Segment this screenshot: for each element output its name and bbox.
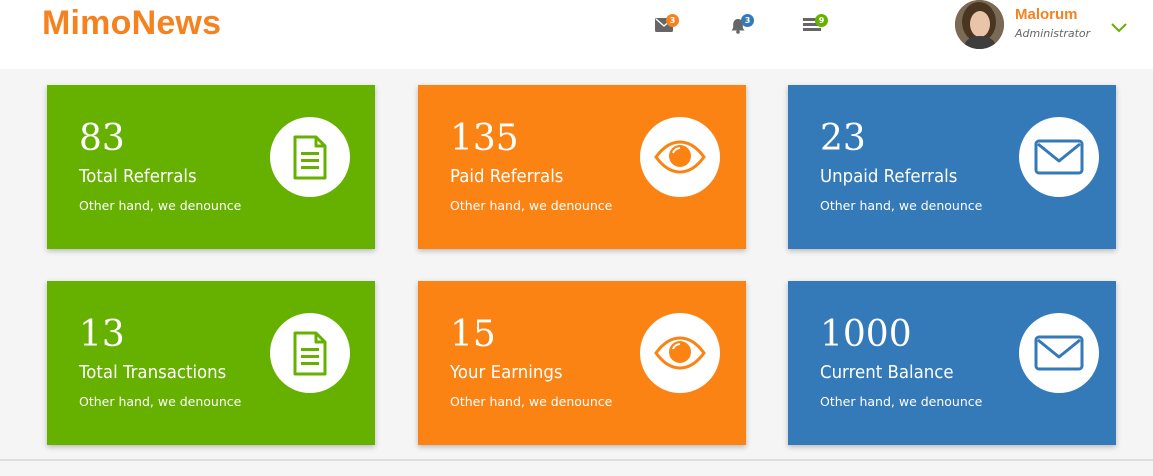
- stat-label: Total Transactions: [79, 362, 227, 383]
- stat-description: Other hand, we denounce: [820, 394, 983, 409]
- stat-label: Paid Referrals: [450, 166, 564, 187]
- stat-card-paid-referrals[interactable]: 135 Paid Referrals Other hand, we denoun…: [418, 85, 746, 249]
- stat-description: Other hand, we denounce: [450, 394, 613, 409]
- stat-value: 23: [820, 118, 866, 159]
- eye-icon: [640, 313, 720, 393]
- stat-description: Other hand, we denounce: [79, 394, 242, 409]
- stat-card-current-balance[interactable]: 1000 Current Balance Other hand, we deno…: [788, 281, 1116, 445]
- stat-label: Total Referrals: [79, 166, 197, 187]
- tasks-badge: 9: [815, 14, 828, 27]
- notifications-button[interactable]: 3: [730, 14, 756, 38]
- stat-value: 135: [450, 118, 519, 159]
- top-header: MimoNews 3 3 9 Malorum Administrator: [0, 0, 1153, 69]
- stat-card-unpaid-referrals[interactable]: 23 Unpaid Referrals Other hand, we denou…: [788, 85, 1116, 249]
- messages-badge: 3: [666, 14, 679, 27]
- stat-card-your-earnings[interactable]: 15 Your Earnings Other hand, we denounce: [418, 281, 746, 445]
- eye-icon: [640, 117, 720, 197]
- stat-card-total-transactions[interactable]: 13 Total Transactions Other hand, we den…: [47, 281, 375, 445]
- envelope-icon: [1019, 117, 1099, 197]
- stat-description: Other hand, we denounce: [450, 198, 613, 213]
- chevron-down-icon: [1111, 23, 1127, 33]
- stat-label: Your Earnings: [450, 362, 563, 383]
- user-role: Administrator: [1015, 27, 1091, 40]
- stat-label: Current Balance: [820, 362, 954, 383]
- avatar[interactable]: [955, 0, 1004, 49]
- stat-value: 1000: [820, 314, 912, 355]
- document-icon: [270, 117, 350, 197]
- page-divider: [0, 459, 1153, 461]
- user-menu-toggle[interactable]: [1110, 21, 1128, 35]
- envelope-icon: [1019, 313, 1099, 393]
- document-icon: [270, 313, 350, 393]
- stat-description: Other hand, we denounce: [820, 198, 983, 213]
- app-logo[interactable]: MimoNews: [42, 4, 221, 43]
- user-name[interactable]: Malorum: [1015, 6, 1078, 23]
- tasks-button[interactable]: 9: [803, 14, 829, 38]
- stat-description: Other hand, we denounce: [79, 198, 242, 213]
- messages-button[interactable]: 3: [655, 14, 681, 38]
- user-photo-icon: [955, 0, 1004, 49]
- stat-card-total-referrals[interactable]: 83 Total Referrals Other hand, we denoun…: [47, 85, 375, 249]
- stat-label: Unpaid Referrals: [820, 166, 958, 187]
- stat-value: 13: [79, 314, 125, 355]
- stat-value: 15: [450, 314, 496, 355]
- stat-value: 83: [79, 118, 125, 159]
- notifications-badge: 3: [741, 14, 754, 27]
